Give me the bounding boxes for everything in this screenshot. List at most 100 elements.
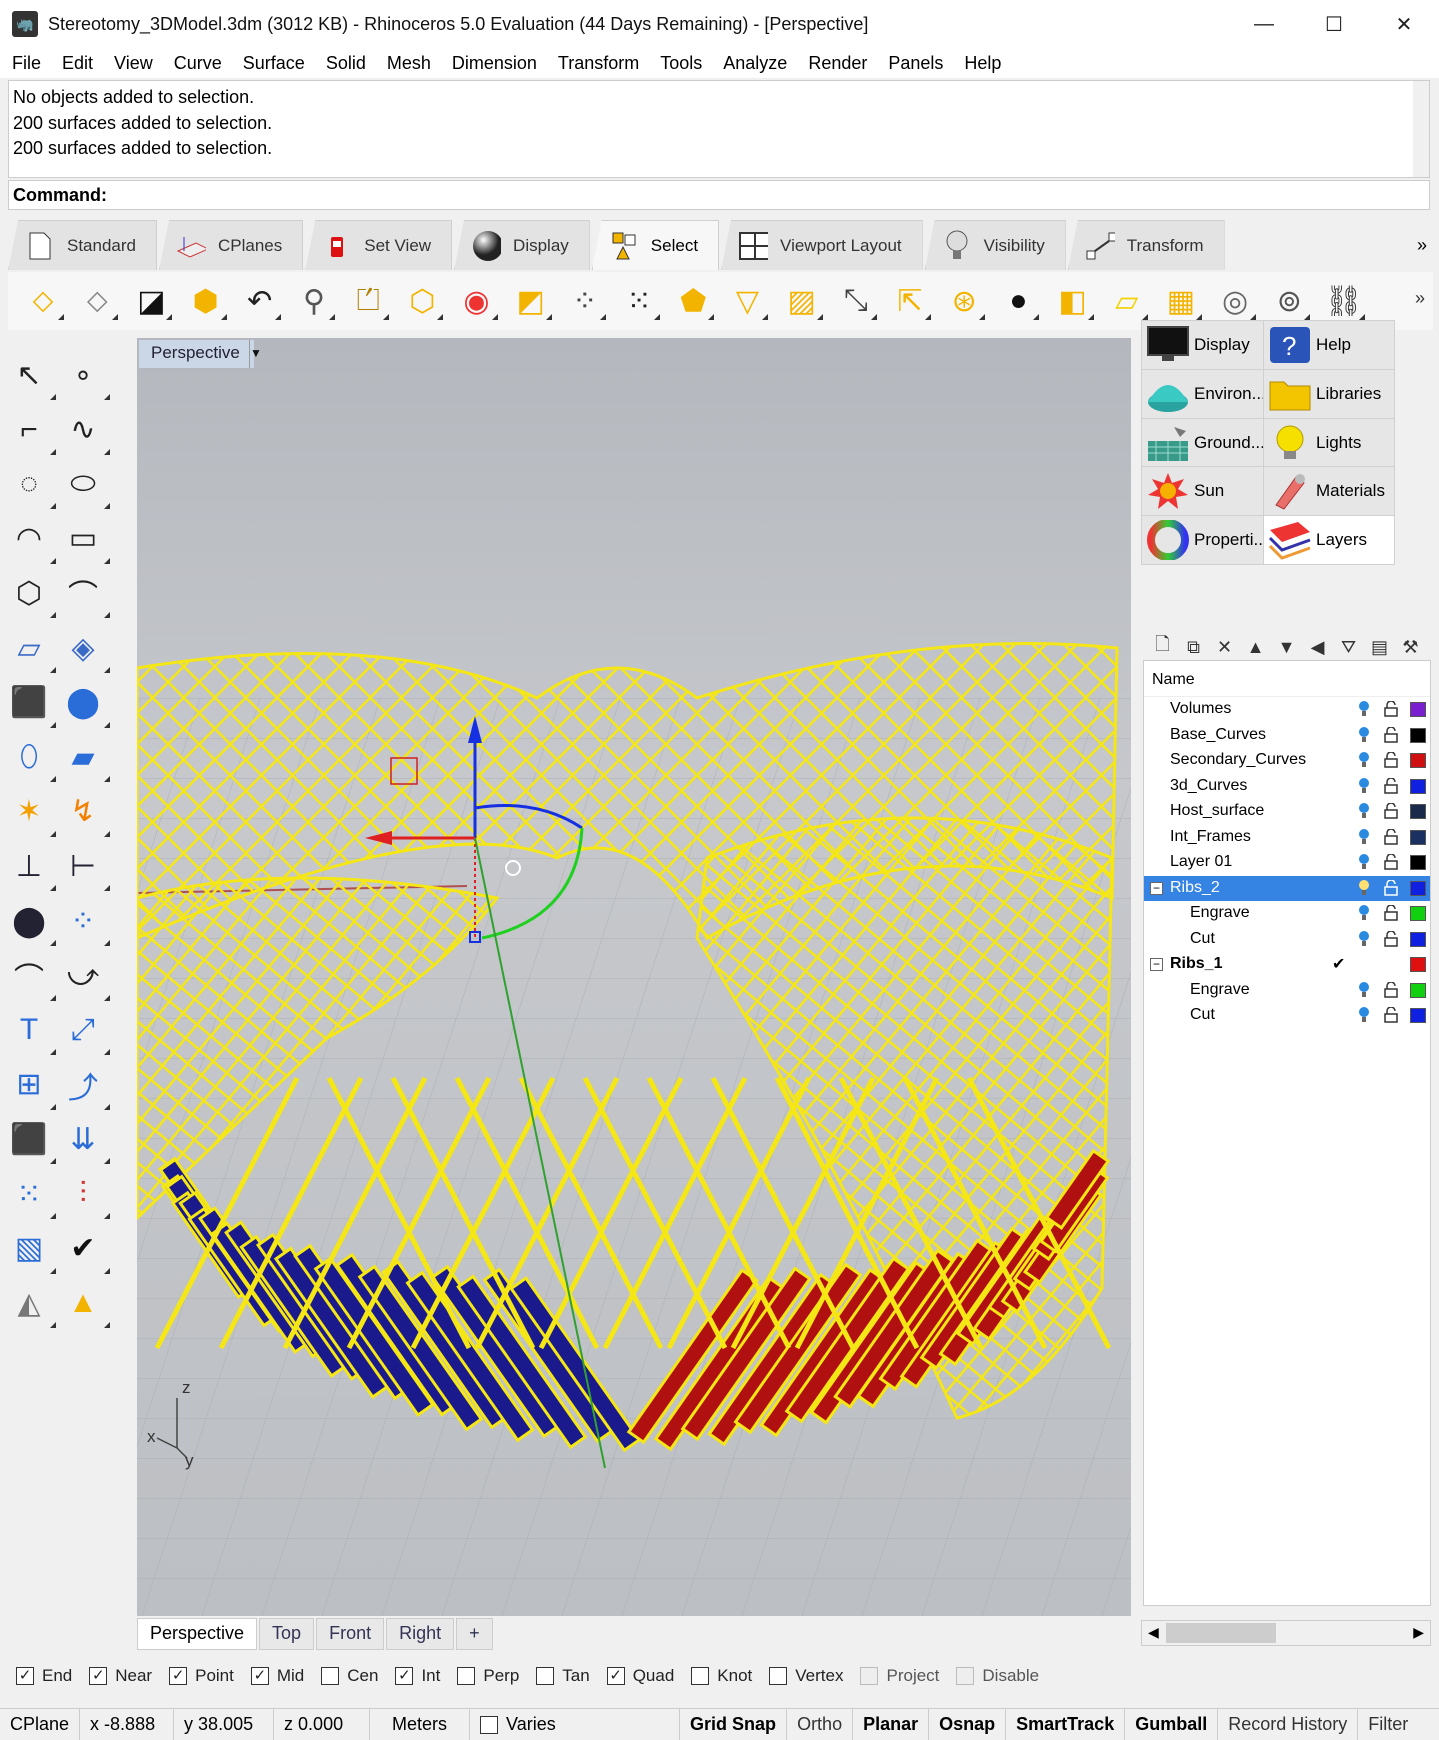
osnap-toggle[interactable]: Osnap xyxy=(929,1708,1007,1740)
viewport-tab-front[interactable]: Front xyxy=(316,1618,385,1650)
checkbox[interactable] xyxy=(769,1667,788,1685)
select-lights-icon[interactable]: ⚲ xyxy=(291,278,337,324)
layer-row-volumes[interactable]: Volumes xyxy=(1144,697,1430,723)
viewport-tab-perspective[interactable]: Perspective xyxy=(137,1618,258,1650)
panel-tab-materials[interactable]: Materials xyxy=(1263,466,1395,517)
visibility-bulb-icon[interactable] xyxy=(1358,879,1370,897)
lock-icon[interactable] xyxy=(1384,905,1398,921)
dimension-icon[interactable]: ⇊ xyxy=(60,1116,110,1165)
mesh-icon[interactable]: ▰ xyxy=(60,734,110,783)
menu-solid[interactable]: Solid xyxy=(326,53,366,74)
layer-row-ribs-2[interactable]: − Ribs_2 xyxy=(1144,875,1430,901)
polyline-icon[interactable]: ⌐ xyxy=(6,407,56,455)
tab-select[interactable]: Select xyxy=(591,220,720,270)
layer-color-swatch[interactable] xyxy=(1410,855,1426,870)
select-hatches-icon[interactable]: ▨ xyxy=(779,278,825,324)
boolean-union-icon[interactable]: ⬤ xyxy=(60,680,110,728)
osnap-point[interactable]: ✓ Point xyxy=(169,1666,234,1686)
tab-transform[interactable]: Transform xyxy=(1067,220,1225,270)
layer-color-swatch[interactable] xyxy=(1410,778,1426,794)
osnap-cen[interactable]: Cen xyxy=(321,1666,378,1686)
visibility-bulb-icon[interactable] xyxy=(1358,981,1370,999)
history-icon[interactable]: ▧ xyxy=(6,1226,56,1274)
panel-tab-ground[interactable]: Ground... xyxy=(1141,417,1273,468)
osnap-knot[interactable]: Knot xyxy=(691,1666,752,1686)
select-points-icon[interactable]: ⬦ xyxy=(20,278,66,324)
surface-corners-icon[interactable]: ▱ xyxy=(6,625,56,673)
menu-tools[interactable]: Tools xyxy=(660,53,702,74)
layer-color-swatch[interactable] xyxy=(1410,727,1426,743)
point-icon[interactable]: ∘ xyxy=(60,352,110,400)
checkbox[interactable]: ✓ xyxy=(169,1667,188,1685)
menu-view[interactable]: View xyxy=(114,53,153,74)
tabs-more-button[interactable]: » xyxy=(1411,235,1433,270)
collapse-toggle-icon[interactable]: − xyxy=(1150,881,1163,895)
polygon-icon[interactable]: ⬡ xyxy=(6,570,56,619)
panel-tab-environ[interactable]: Environ... xyxy=(1141,368,1273,419)
layer-row-base-curves[interactable]: Base_Curves xyxy=(1144,723,1430,749)
new-layer-icon[interactable]: 🗋 xyxy=(1147,632,1178,662)
layer-row-layer-01[interactable]: Layer 01 xyxy=(1144,850,1430,876)
panel-tab-lights[interactable]: Lights xyxy=(1263,417,1395,468)
align-icon[interactable]: ⫶ xyxy=(60,1171,110,1219)
checkbox[interactable] xyxy=(691,1667,710,1685)
checkbox[interactable]: ✓ xyxy=(606,1667,625,1685)
layer-color-swatch[interactable] xyxy=(1410,1008,1426,1023)
osnap-project[interactable]: Project xyxy=(860,1666,939,1686)
select-blocks-icon[interactable]: ⬟ xyxy=(670,278,716,324)
checkbox[interactable]: ✓ xyxy=(250,1667,269,1685)
select-point-clouds-icon[interactable]: ⁙ xyxy=(616,278,662,324)
arc-icon[interactable]: ◠ xyxy=(6,516,56,564)
bend-icon[interactable]: ⤴ xyxy=(60,1062,110,1110)
current-layer-indicator[interactable]: Varies xyxy=(470,1708,681,1740)
loft-icon[interactable]: ◈ xyxy=(60,625,110,673)
select-chain-icon[interactable]: ⛓ xyxy=(1321,278,1367,324)
select-pointclouds-icon[interactable]: ⬦ xyxy=(74,278,120,324)
minimize-button[interactable]: — xyxy=(1229,0,1299,48)
scroll-thumb[interactable] xyxy=(1166,1623,1276,1643)
panel-tab-help[interactable]: ? Help xyxy=(1263,320,1395,370)
move-out-icon[interactable]: ◀ xyxy=(1302,632,1333,662)
delete-layer-icon[interactable]: ✕ xyxy=(1209,632,1240,662)
tab-cplanes[interactable]: CPlanes xyxy=(159,220,304,270)
menu-curve[interactable]: Curve xyxy=(174,53,222,74)
viewport-tab-right[interactable]: Right xyxy=(386,1618,455,1650)
close-button[interactable]: ✕ xyxy=(1369,0,1439,48)
select-extrusions-icon[interactable]: ◩ xyxy=(508,278,554,324)
lock-icon[interactable] xyxy=(1384,879,1398,896)
layer-color-swatch[interactable] xyxy=(1410,931,1426,947)
checkbox[interactable] xyxy=(536,1667,555,1685)
checkbox[interactable]: ✓ xyxy=(16,1667,34,1685)
osnap-end[interactable]: ✓ End xyxy=(16,1666,72,1686)
select-annotations-icon[interactable]: ⏍ xyxy=(345,278,391,324)
extrude-icon[interactable]: ↯ xyxy=(60,789,110,837)
history-scrollbar[interactable] xyxy=(1413,81,1429,177)
move-up-icon[interactable]: ▲ xyxy=(1240,632,1271,662)
layer-color-swatch[interactable] xyxy=(1410,702,1426,717)
tools-icon[interactable]: ⚒ xyxy=(1395,632,1426,662)
menu-analyze[interactable]: Analyze xyxy=(723,53,787,74)
tab-set-view[interactable]: Set View xyxy=(305,220,453,270)
select-by-color-icon[interactable]: ◉ xyxy=(454,278,500,324)
smarttrack-toggle[interactable]: SmartTrack xyxy=(1006,1708,1126,1740)
planar-toggle[interactable]: Planar xyxy=(853,1708,930,1740)
scroll-right-icon[interactable]: ▶ xyxy=(1413,1624,1424,1641)
render-icon[interactable]: ◭ xyxy=(6,1280,56,1329)
select-last-icon[interactable]: ↶ xyxy=(237,278,283,324)
checkbox[interactable] xyxy=(457,1667,476,1685)
menu-edit[interactable]: Edit xyxy=(62,53,93,74)
panel-tab-properti[interactable]: Properti... xyxy=(1141,515,1273,566)
menu-file[interactable]: File xyxy=(12,53,41,74)
select-linked-icon[interactable]: ⇱ xyxy=(887,278,933,324)
lock-icon[interactable] xyxy=(1384,777,1398,794)
lock-icon[interactable] xyxy=(1384,854,1398,870)
select-arrow-icon[interactable]: ↖ xyxy=(6,352,56,400)
move-down-icon[interactable]: ▼ xyxy=(1271,632,1302,662)
join-icon[interactable]: ⬤ xyxy=(6,898,56,946)
menu-help[interactable]: Help xyxy=(964,53,1001,74)
layer-row-engrave[interactable]: Engrave xyxy=(1144,901,1430,927)
layer-color-swatch[interactable] xyxy=(1410,906,1426,921)
viewport-menu-arrow-icon[interactable]: ▼ xyxy=(249,340,265,368)
scale-icon[interactable]: ⤢ xyxy=(60,1007,110,1056)
lock-icon[interactable] xyxy=(1384,701,1398,717)
